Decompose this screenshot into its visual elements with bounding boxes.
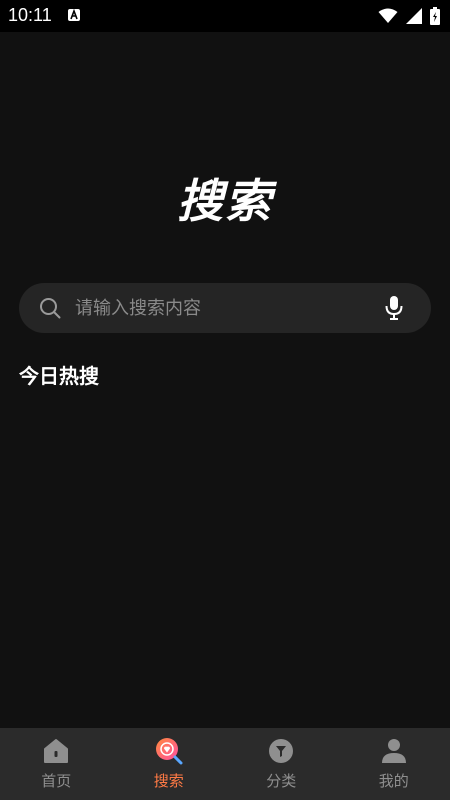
nav-label-profile: 我的 bbox=[378, 772, 409, 790]
page-title: 搜索 bbox=[177, 174, 273, 228]
wifi-icon bbox=[378, 8, 398, 23]
nav-label-category: 分类 bbox=[266, 772, 297, 790]
search-bar[interactable] bbox=[19, 283, 431, 333]
category-icon bbox=[269, 739, 294, 763]
nav-label-home: 首页 bbox=[41, 772, 72, 790]
search-icon bbox=[40, 298, 61, 319]
search-tab-icon bbox=[155, 738, 183, 765]
search-input[interactable] bbox=[75, 283, 375, 333]
nav-item-category[interactable]: 分类 bbox=[225, 728, 338, 800]
home-icon bbox=[44, 739, 69, 763]
nav-label-search: 搜索 bbox=[153, 772, 184, 790]
bottom-nav: 首页 搜索 分类 我的 bbox=[0, 728, 450, 800]
status-bar: 10:11 bbox=[0, 0, 450, 32]
notification-a-icon bbox=[68, 9, 80, 21]
nav-item-home[interactable]: 首页 bbox=[0, 728, 113, 800]
profile-icon bbox=[381, 739, 406, 763]
status-time: 10:11 bbox=[8, 5, 52, 25]
hot-search-heading: 今日热搜 bbox=[19, 364, 99, 388]
microphone-icon[interactable] bbox=[385, 296, 403, 320]
battery-icon bbox=[430, 7, 440, 25]
nav-item-profile[interactable]: 我的 bbox=[338, 728, 450, 800]
signal-icon bbox=[406, 8, 422, 24]
nav-item-search[interactable]: 搜索 bbox=[113, 728, 226, 800]
status-icons bbox=[378, 6, 440, 26]
